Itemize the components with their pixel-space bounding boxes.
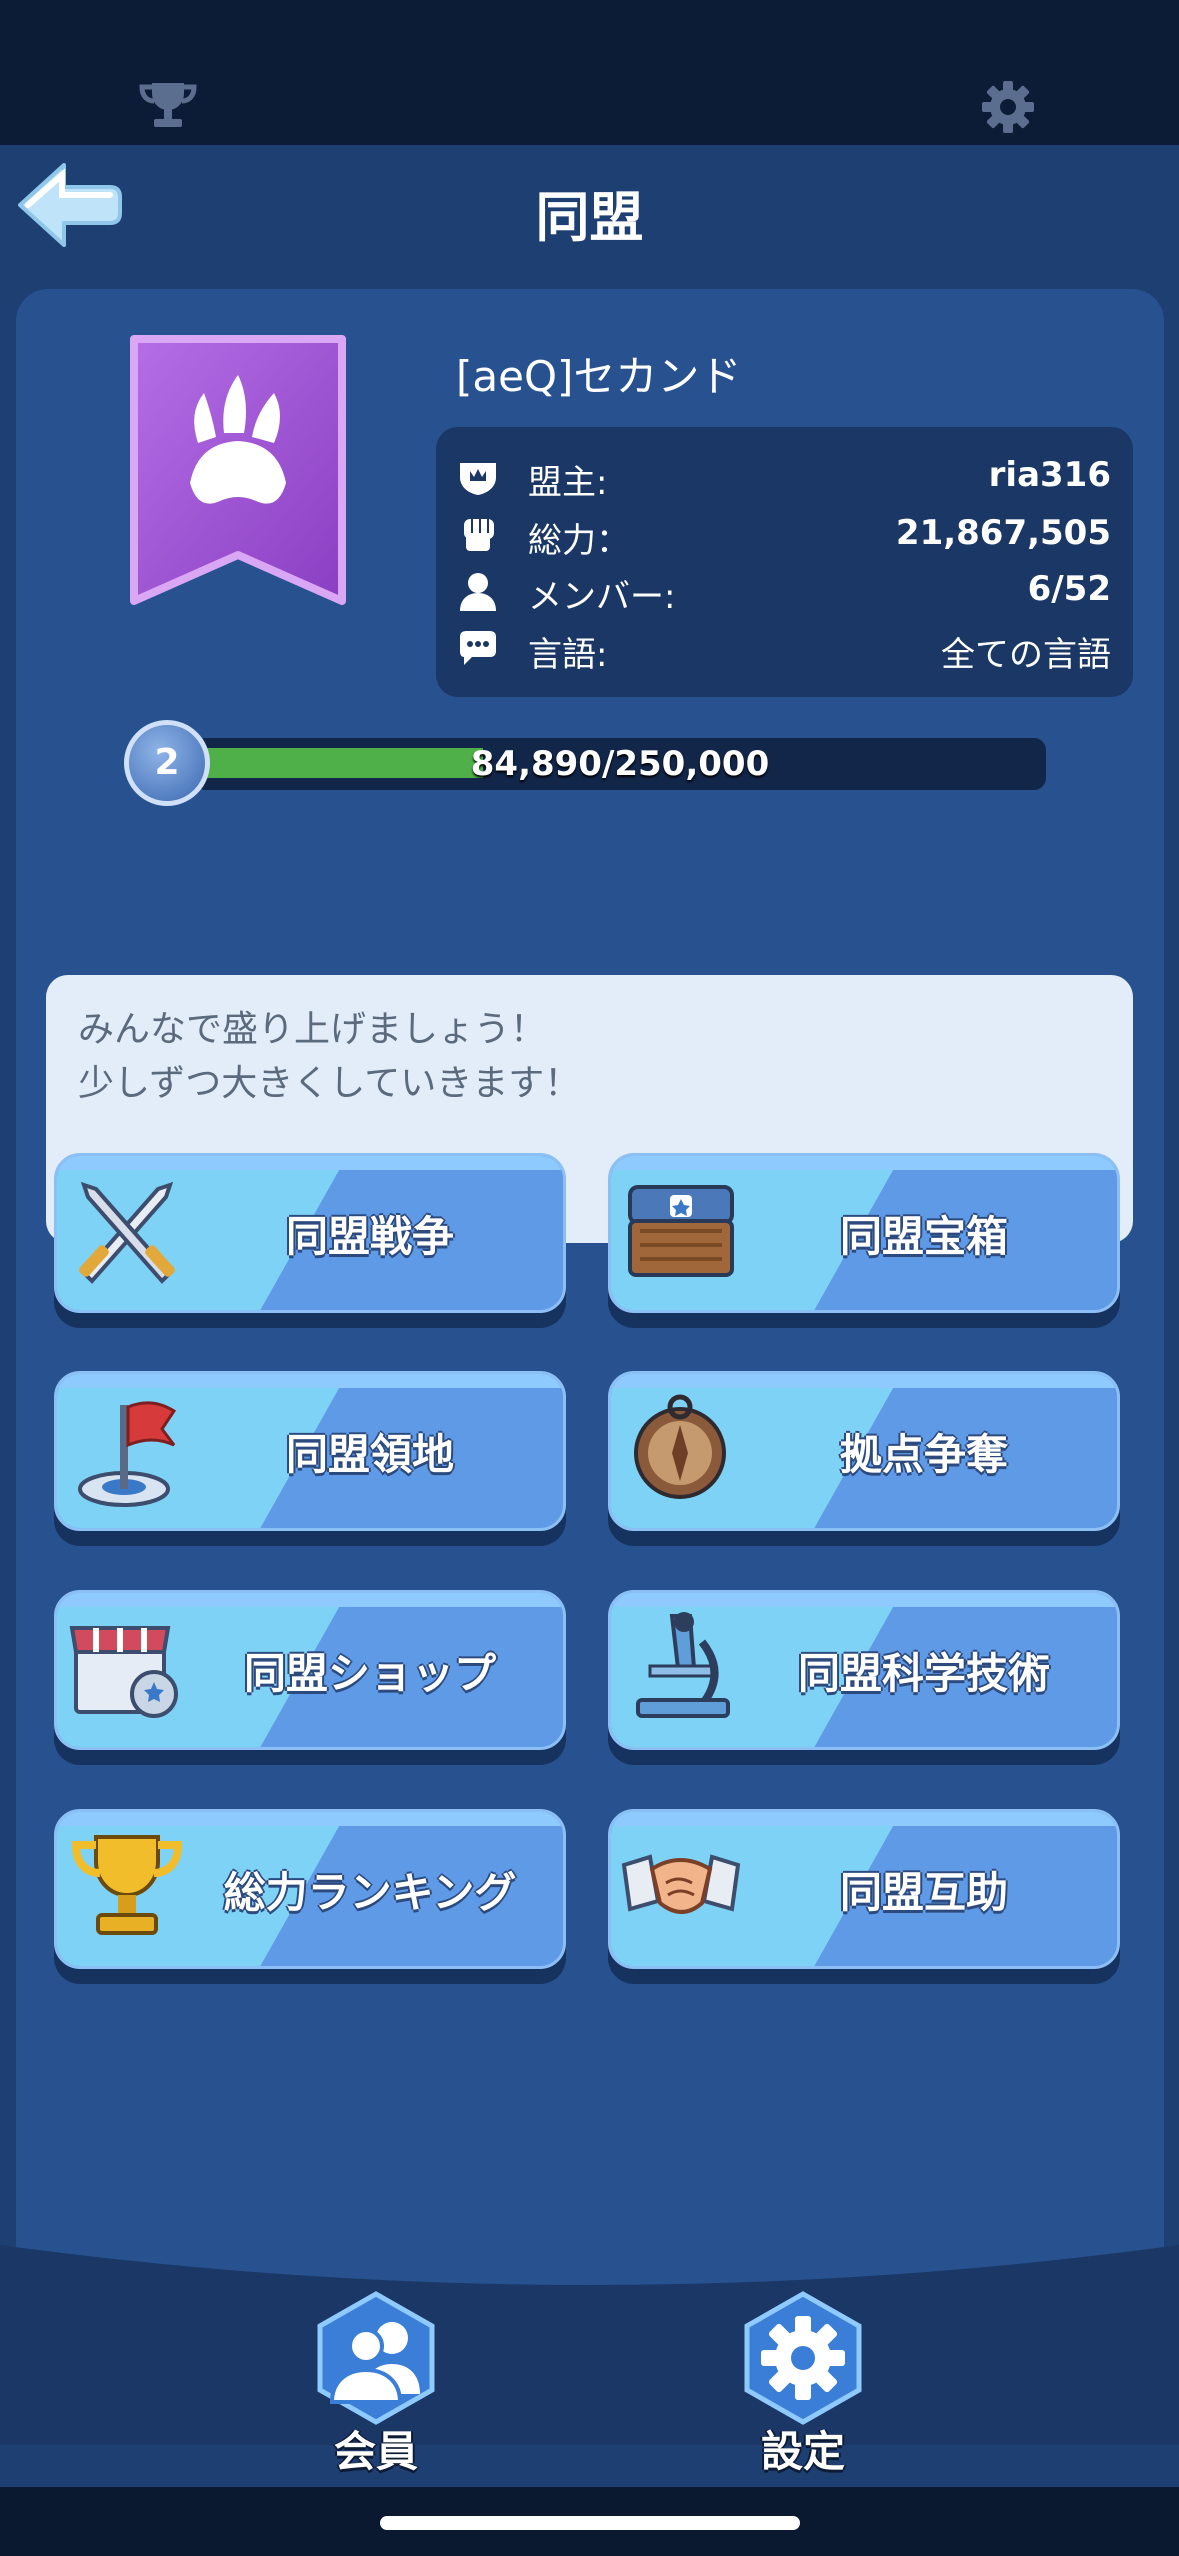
info-row-power: 総力： 21,867,505: [436, 507, 1133, 563]
top-bar: [0, 0, 1179, 145]
info-value: 全ての言語: [941, 635, 1111, 675]
menu-label: 同盟互助: [839, 1868, 1008, 1917]
alliance-tech-button[interactable]: 同盟科学技術: [608, 1590, 1120, 1765]
level-badge: 2: [124, 720, 210, 806]
progress-text: 84,890/250,000: [470, 744, 770, 784]
microscope-icon: [636, 1612, 730, 1718]
shop-icon: [69, 1626, 178, 1718]
members-icon: [460, 573, 496, 611]
info-value: 6/52: [1027, 569, 1111, 609]
menu-label: 拠点争奪: [839, 1430, 1008, 1479]
alliance-banner[interactable]: [128, 333, 348, 608]
alliance-chest-button[interactable]: 同盟宝箱: [608, 1153, 1120, 1328]
page-title: 同盟: [535, 186, 644, 249]
red-flag-icon: [78, 1401, 177, 1507]
info-row-leader: 盟主: ria316: [436, 449, 1133, 505]
power-ranking-button[interactable]: 総力ランキング: [54, 1809, 566, 1984]
nav-label: 設定: [760, 2427, 845, 2476]
gear-icon[interactable]: [976, 75, 1040, 139]
alliance-level: 84,890/250,000 2: [124, 720, 1054, 810]
menu-label: 総力ランキング: [223, 1868, 517, 1917]
menu-label: 同盟戦争: [285, 1212, 454, 1261]
menu-label: 同盟ショップ: [243, 1649, 496, 1698]
trophy-icon[interactable]: [136, 75, 200, 139]
shield-crown-icon: [460, 463, 496, 495]
menu-label: 同盟領地: [285, 1430, 454, 1479]
notice-text: みんなで盛り上げましょう！ 少しずつ大きくしていきます！: [78, 1003, 580, 1111]
mutual-aid-button[interactable]: 同盟互助: [608, 1809, 1120, 1984]
info-value: 21,867,505: [895, 513, 1111, 553]
alliance-name: [aeQ]セカンド: [456, 352, 742, 401]
alliance-territory-button[interactable]: 同盟領地: [54, 1371, 566, 1546]
base-contest-button[interactable]: 拠点争奪: [608, 1371, 1120, 1546]
treasure-chest-icon: [628, 1185, 734, 1277]
chat-bubble-icon: [460, 631, 496, 665]
fist-icon: [464, 519, 494, 551]
nav-label: 会員: [333, 2427, 418, 2476]
info-label: 総力：: [528, 521, 630, 561]
home-indicator[interactable]: [380, 2516, 800, 2530]
notice-line: みんなで盛り上げましょう！: [78, 1009, 547, 1050]
header: 同盟: [0, 145, 1179, 275]
menu-label: 同盟宝箱: [839, 1212, 1008, 1261]
bottom-nav-background: [0, 2245, 1179, 2445]
info-label: 言語:: [528, 635, 608, 675]
alliance-screen: 同盟 [aeQ]セカンド 盟主: ria316 総力： 21,867,505 メ…: [0, 145, 1179, 2487]
alliance-shop-button[interactable]: 同盟ショップ: [54, 1590, 566, 1765]
compass-icon: [634, 1394, 726, 1499]
info-row-language: 言語: 全ての言語: [436, 621, 1133, 677]
alliance-info-box: 盟主: ria316 総力： 21,867,505 メンバー: 6/52 言語:…: [436, 427, 1133, 697]
level-progress-bar: 84,890/250,000: [194, 738, 1046, 790]
members-icon: [317, 2291, 435, 2425]
notice-line: 少しずつ大きくしていきます！: [78, 1063, 581, 1104]
gear-icon: [744, 2291, 862, 2425]
settings-nav-button[interactable]: 設定: [728, 2290, 878, 2476]
handshake-icon: [621, 1854, 741, 1914]
alliance-war-button[interactable]: 同盟戦争: [54, 1153, 566, 1328]
info-row-members: メンバー: 6/52: [436, 563, 1133, 619]
crossed-swords-icon: [79, 1181, 175, 1284]
members-nav-button[interactable]: 会員: [301, 2290, 451, 2476]
info-label: メンバー:: [528, 577, 676, 617]
info-value: ria316: [988, 455, 1111, 495]
info-label: 盟主:: [528, 463, 608, 503]
menu-label: 同盟科学技術: [797, 1649, 1050, 1698]
trophy-icon: [71, 1835, 183, 1935]
